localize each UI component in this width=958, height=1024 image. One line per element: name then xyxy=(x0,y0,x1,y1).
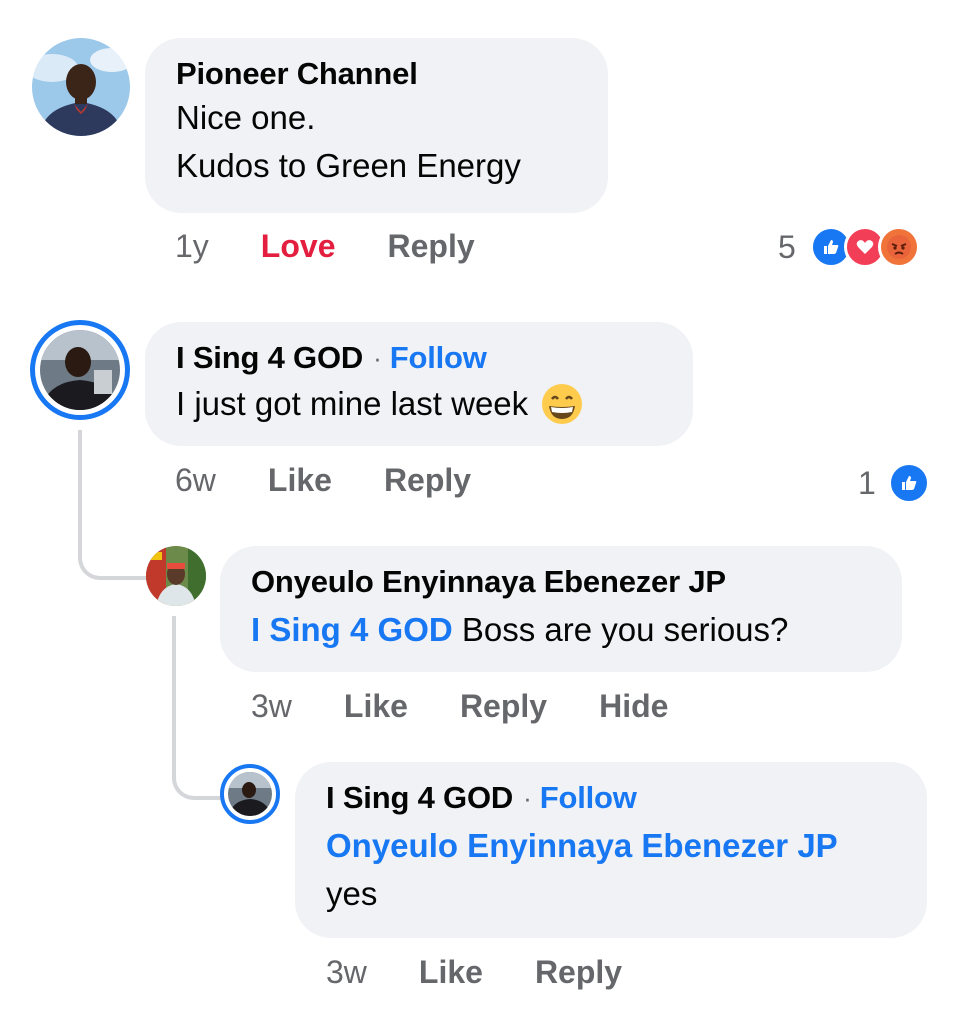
mention-link[interactable]: I Sing 4 GOD xyxy=(251,611,453,648)
reaction-summary[interactable]: 1 xyxy=(858,462,930,504)
comment-text-line-2: Kudos to Green Energy xyxy=(176,147,521,184)
separator-dot: · xyxy=(373,342,382,373)
reply-button[interactable]: Reply xyxy=(387,228,474,265)
comment-time[interactable]: 1y xyxy=(175,228,209,265)
comment-actions: 6w Like Reply xyxy=(175,462,523,499)
comment-actions: 3w Like Reply xyxy=(326,954,674,991)
separator-dot: · xyxy=(523,782,532,813)
follow-button[interactable]: Follow xyxy=(390,340,487,376)
avatar-image xyxy=(146,546,206,606)
like-button[interactable]: Like xyxy=(419,954,483,991)
comment-bubble-i-sing-reply: I Sing 4 GOD · Follow Onyeulo Enyinnaya … xyxy=(295,762,927,938)
like-button[interactable]: Like xyxy=(268,462,332,499)
reaction-count: 5 xyxy=(778,228,796,265)
avatar-i-sing-4-god[interactable] xyxy=(220,764,280,824)
comment-time[interactable]: 3w xyxy=(326,954,367,991)
comment-text: I just got mine last week xyxy=(176,385,529,422)
hide-button[interactable]: Hide xyxy=(599,688,668,725)
avatar-image xyxy=(32,38,130,136)
comment-actions: 1y Love Reply xyxy=(175,228,527,265)
comment-time[interactable]: 6w xyxy=(175,462,216,499)
comment-author[interactable]: I Sing 4 GOD xyxy=(176,340,363,376)
comment-actions: 3w Like Reply Hide xyxy=(251,688,720,725)
mention-link[interactable]: Onyeulo Enyinnaya Ebenezer JP xyxy=(326,822,927,870)
avatar-pioneer-channel[interactable] xyxy=(32,38,130,136)
comment-text-line-1: Nice one. xyxy=(176,99,316,136)
comment-bubble-pioneer: Pioneer Channel Nice one. Kudos to Green… xyxy=(145,38,608,213)
comment-author[interactable]: I Sing 4 GOD xyxy=(326,780,513,816)
like-button[interactable]: Like xyxy=(344,688,408,725)
reaction-count: 1 xyxy=(858,464,876,501)
comment-text: yes xyxy=(326,875,378,912)
reply-button[interactable]: Reply xyxy=(535,954,622,991)
grinning-emoji-icon xyxy=(540,382,584,426)
angry-icon xyxy=(877,226,920,268)
comment-bubble-i-sing: I Sing 4 GOD · Follow I just got mine la… xyxy=(145,322,693,446)
comment-author[interactable]: Pioneer Channel xyxy=(176,56,608,92)
reply-button[interactable]: Reply xyxy=(460,688,547,725)
comment-time[interactable]: 3w xyxy=(251,688,292,725)
thread-line-1 xyxy=(78,430,148,580)
thread-line-2 xyxy=(172,616,222,800)
reply-button[interactable]: Reply xyxy=(384,462,471,499)
comment-text: Boss are you serious? xyxy=(452,611,789,648)
love-reaction-button[interactable]: Love xyxy=(261,228,336,265)
comment-bubble-onyeulo: Onyeulo Enyinnaya Ebenezer JP I Sing 4 G… xyxy=(220,546,902,672)
reaction-summary[interactable]: 5 xyxy=(778,226,920,268)
avatar-i-sing-4-god[interactable] xyxy=(30,320,130,420)
comment-author[interactable]: Onyeulo Enyinnaya Ebenezer JP xyxy=(251,564,902,600)
avatar-onyeulo[interactable] xyxy=(146,546,206,606)
follow-button[interactable]: Follow xyxy=(540,780,637,816)
avatar-image xyxy=(40,330,120,410)
avatar-image xyxy=(228,772,272,816)
like-icon xyxy=(887,462,930,504)
